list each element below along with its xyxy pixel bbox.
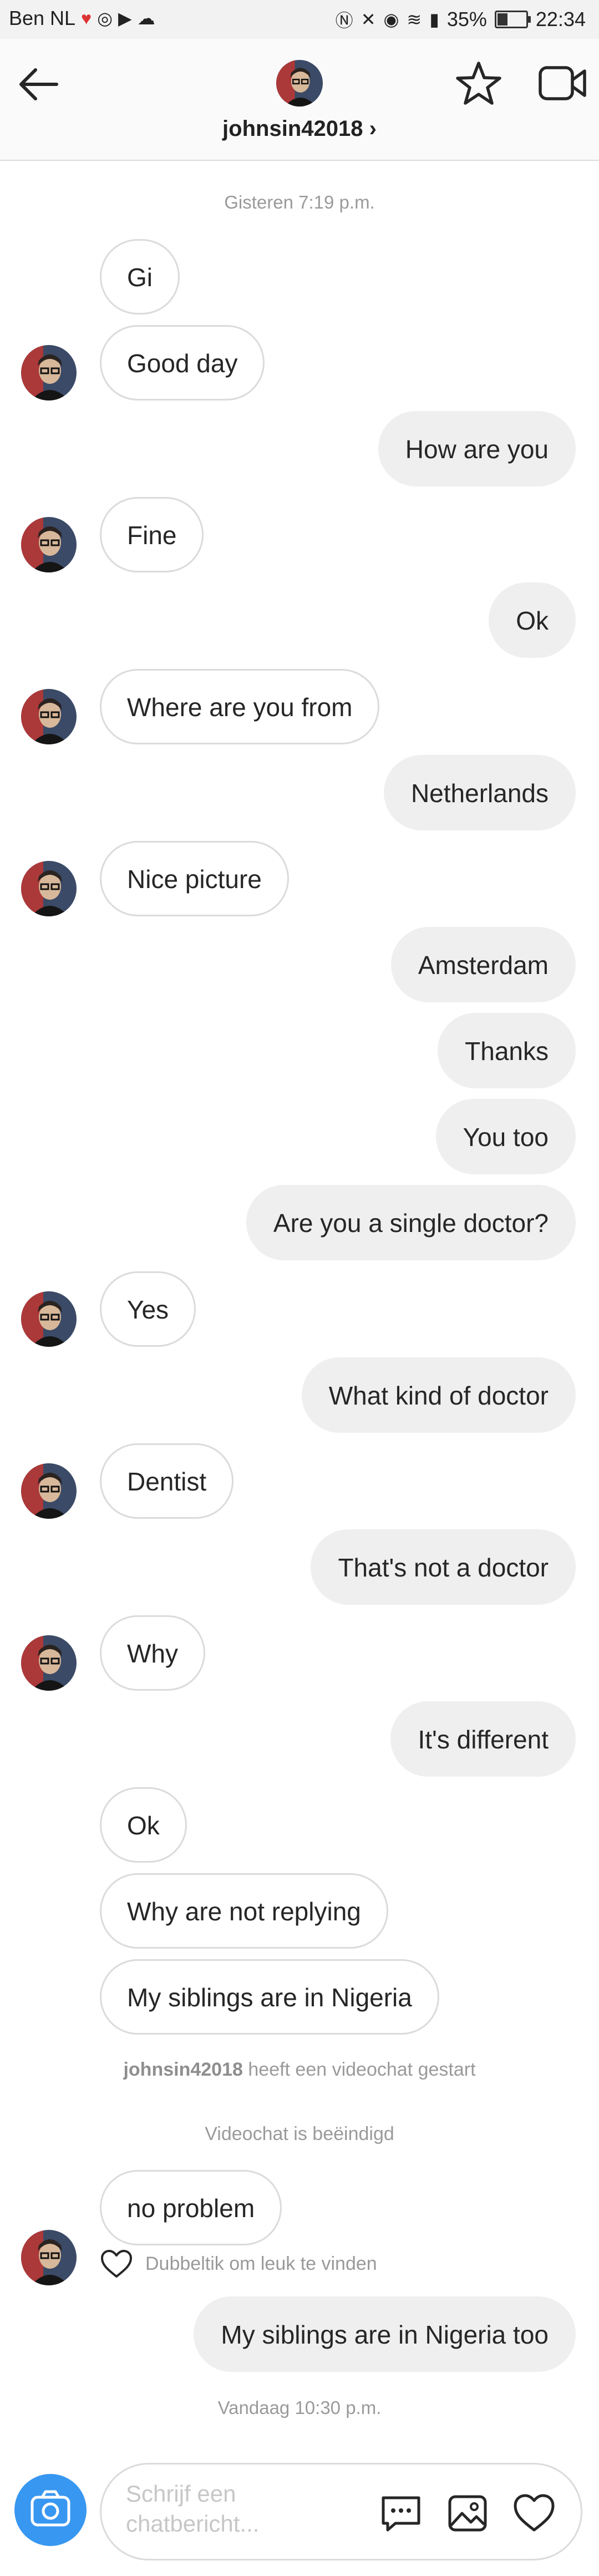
avatar[interactable] — [21, 1291, 77, 1347]
eye-icon: ◉ — [383, 9, 399, 29]
nfc-icon: Ⓝ — [335, 11, 353, 31]
outgoing-message[interactable]: You too — [435, 1099, 576, 1174]
outgoing-message[interactable]: Are you a single doctor? — [246, 1185, 576, 1260]
incoming-message[interactable]: Ok — [100, 1787, 187, 1863]
username-label[interactable]: johnsin42018 — [222, 116, 363, 141]
like-hint: Dubbeltik om leuk te vinden — [100, 2249, 377, 2279]
status-left: Ben NL ♥ ◎ ▶ ☁ — [9, 7, 155, 30]
like-hint-text: Dubbeltik om leuk te vinden — [145, 2253, 377, 2274]
incoming-message[interactable]: Yes — [100, 1271, 196, 1347]
avatar[interactable] — [21, 689, 77, 744]
youtube-icon: ▶ — [118, 8, 132, 28]
chat-dots-icon[interactable] — [379, 2491, 423, 2536]
whatsapp-icon: ◎ — [97, 8, 113, 28]
avatar[interactable] — [21, 861, 77, 916]
cloud-icon: ☁ — [137, 8, 155, 28]
heart-notification-icon: ♥ — [81, 8, 92, 28]
header-avatar[interactable] — [276, 60, 323, 107]
battery-icon — [494, 11, 531, 28]
message-input[interactable] — [126, 2479, 370, 2548]
image-icon[interactable] — [445, 2491, 490, 2536]
outgoing-message[interactable]: Thanks — [438, 1013, 576, 1088]
star-icon[interactable] — [454, 59, 504, 109]
outgoing-message[interactable]: Netherlands — [383, 755, 576, 830]
chat-header: johnsin42018 › — [0, 39, 599, 161]
outgoing-message[interactable]: It's different — [390, 1701, 576, 1777]
video-camera-icon[interactable] — [538, 61, 588, 105]
message-composer — [100, 2463, 582, 2560]
clock: 22:34 — [535, 8, 586, 31]
outgoing-message[interactable]: My siblings are in Nigeria too — [194, 2296, 576, 2372]
videochat-user: johnsin42018 — [123, 2059, 243, 2080]
status-right: Ⓝ ✕ ◉ ≋ ▮ 35% 22:34 — [336, 7, 586, 32]
header-username[interactable]: johnsin42018 › — [0, 116, 599, 141]
outgoing-message[interactable]: That's not a doctor — [311, 1529, 576, 1605]
camera-icon — [31, 2490, 70, 2527]
outgoing-message[interactable]: Amsterdam — [390, 927, 576, 1002]
outgoing-message[interactable]: How are you — [378, 411, 576, 486]
incoming-message[interactable]: Dentist — [100, 1443, 234, 1519]
carrier-label: Ben NL — [9, 7, 76, 29]
incoming-message[interactable]: Where are you from — [100, 669, 380, 744]
avatar[interactable] — [21, 345, 77, 400]
incoming-message[interactable]: Why are not replying — [100, 1873, 388, 1949]
avatar[interactable] — [21, 1463, 77, 1519]
mute-icon: ✕ — [361, 9, 376, 29]
camera-button[interactable] — [14, 2474, 87, 2546]
timestamp: Gisteren 7:19 p.m. — [224, 192, 375, 212]
outgoing-message[interactable]: What kind of doctor — [301, 1357, 576, 1433]
outgoing-message[interactable]: Ok — [489, 582, 576, 658]
heart-outline-icon[interactable] — [100, 2249, 133, 2279]
incoming-message[interactable]: My siblings are in Nigeria — [100, 1959, 439, 2035]
heart-icon[interactable] — [512, 2491, 556, 2536]
videochat-started-notice: johnsin42018 heeft een videochat gestart — [0, 2059, 599, 2081]
videochat-ended-notice: Videochat is beëindigd — [205, 2123, 394, 2144]
battery-percent: 35% — [446, 8, 487, 31]
avatar[interactable] — [21, 517, 77, 572]
incoming-message[interactable]: Why — [100, 1615, 205, 1691]
incoming-message[interactable]: Good day — [100, 325, 265, 400]
wifi-icon: ≋ — [407, 9, 422, 29]
back-arrow-icon[interactable] — [17, 62, 61, 107]
avatar[interactable] — [21, 1635, 77, 1691]
avatar[interactable] — [21, 2230, 77, 2285]
signal-icon: ▮ — [429, 9, 439, 29]
incoming-message[interactable]: Gi — [100, 239, 180, 315]
chevron-right-icon: › — [369, 116, 377, 141]
incoming-message[interactable]: no problem — [100, 2170, 282, 2245]
status-bar: Ben NL ♥ ◎ ▶ ☁ Ⓝ ✕ ◉ ≋ ▮ 35% 22:34 — [0, 0, 599, 39]
timestamp: Vandaag 10:30 p.m. — [217, 2397, 382, 2418]
incoming-message[interactable]: Fine — [100, 497, 204, 572]
videochat-started-text: heeft een videochat gestart — [248, 2059, 476, 2080]
incoming-message[interactable]: Nice picture — [100, 841, 289, 916]
